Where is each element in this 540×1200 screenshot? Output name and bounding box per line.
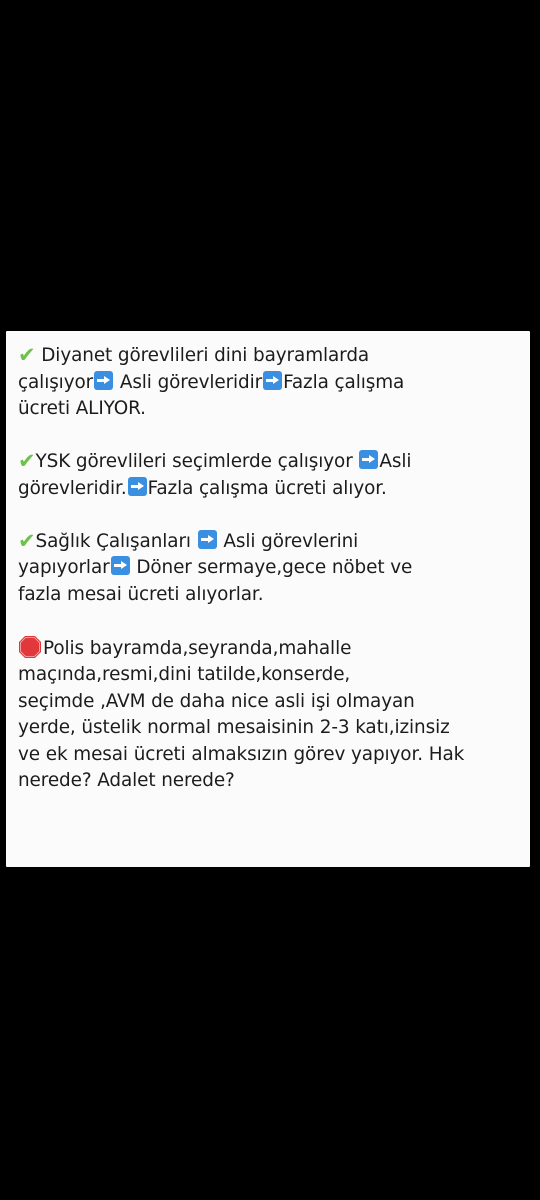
check-mark-icon: ✔ xyxy=(18,343,36,367)
text-line: nerede? Adalet nerede? xyxy=(18,770,235,791)
text-line: YSK görevlileri seçimlerde çalışıyor xyxy=(35,451,359,472)
text-line: Diyanet görevlileri dini bayramlarda xyxy=(35,345,370,366)
text-line: Polis bayramda,seyranda,mahalle xyxy=(43,637,352,659)
paragraph-polis: Polis bayramda,seyranda,mahalle maçında,… xyxy=(18,635,524,795)
text-line: görevleridir. xyxy=(18,477,127,499)
text-line: Asli görevlerini xyxy=(217,530,359,552)
text-line: ve ek mesai ücreti almaksızın görev yapı… xyxy=(18,743,465,765)
text-line: seçimde ,AVM de daha nice asli işi olmay… xyxy=(18,690,415,712)
paragraph-saglik: ✔Sağlık Çalışanları Asli görevlerini yap… xyxy=(18,529,524,609)
text-line: çalışıyor xyxy=(18,371,94,393)
screen: ✔ Diyanet görevlileri dini bayramlarda ç… xyxy=(0,0,540,1200)
text-line: Sağlık Çalışanları xyxy=(35,530,197,552)
text-line: yerde, üstelik normal mesaisinin 2-3 kat… xyxy=(18,717,450,738)
right-arrow-icon xyxy=(94,370,114,390)
text-line: Asli görevleridir xyxy=(114,371,263,393)
right-arrow-icon xyxy=(127,476,147,496)
text-line: Fazla çalışma ücreti alıyor. xyxy=(147,477,387,499)
right-arrow-icon xyxy=(197,529,217,549)
stop-sign-icon xyxy=(18,635,42,659)
text-line: yapıyorlar xyxy=(18,557,110,578)
text-line: ücreti ALIYOR. xyxy=(18,398,146,419)
text-line: Döner sermaye,gece nöbet ve xyxy=(130,557,413,578)
text-line: maçında,resmi,dini tatilde,konserde, xyxy=(18,664,351,685)
check-mark-icon: ✔ xyxy=(18,528,36,553)
text-card: ✔ Diyanet görevlileri dini bayramlarda ç… xyxy=(6,331,530,867)
right-arrow-icon xyxy=(110,556,130,575)
text-line: Asli xyxy=(379,451,412,472)
right-arrow-icon xyxy=(263,370,283,390)
text-line: Fazla çalışma xyxy=(283,371,405,393)
paragraph-ysk: ✔YSK görevlileri seçimlerde çalışıyor As… xyxy=(18,449,524,502)
check-mark-icon: ✔ xyxy=(18,449,36,473)
text-line: fazla mesai ücreti alıyorlar. xyxy=(18,583,264,605)
paragraph-diyanet: ✔ Diyanet görevlileri dini bayramlarda ç… xyxy=(18,343,524,423)
right-arrow-icon xyxy=(359,450,379,469)
